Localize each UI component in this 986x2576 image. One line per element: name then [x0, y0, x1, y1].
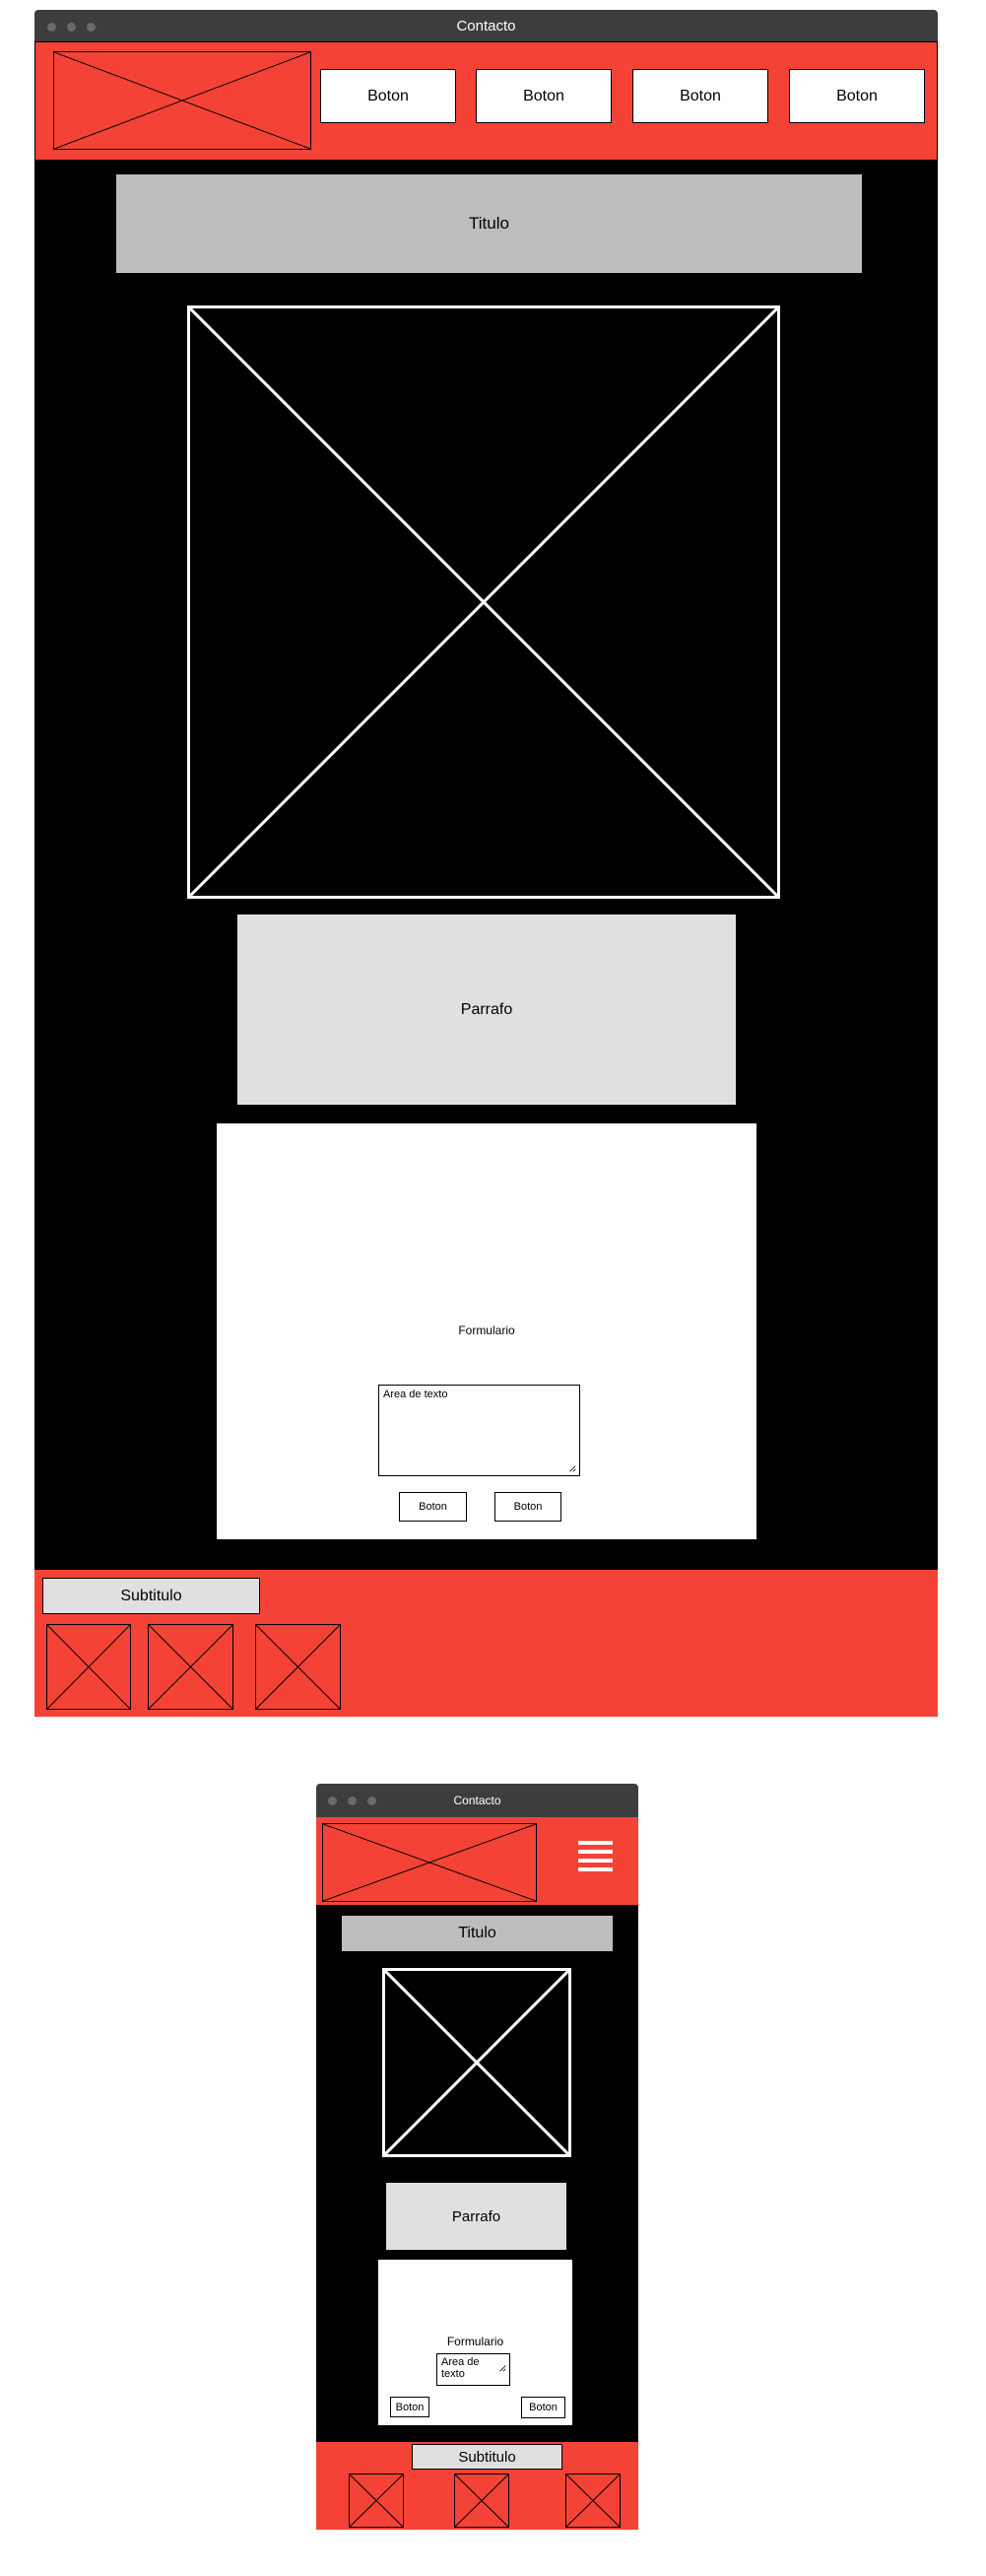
nav-button-1[interactable]: Boton	[320, 69, 456, 123]
desktop-form-label: Formulario	[458, 1323, 515, 1337]
mobile-window-title: Contacto	[453, 1794, 501, 1807]
mobile-footer-image-2-placeholder-icon	[454, 2474, 509, 2528]
desktop-footer-subtitle: Subtitulo	[42, 1578, 260, 1614]
mobile-hero-image-placeholder-icon	[382, 1968, 571, 2157]
desktop-form-button-2[interactable]: Boton	[494, 1492, 561, 1522]
mobile-footer-image-3-placeholder-icon	[565, 2474, 621, 2528]
desktop-footer-image-3-placeholder-icon	[255, 1624, 341, 1710]
desktop-window-title: Contacto	[456, 18, 516, 34]
mobile-form-button-2[interactable]: Boton	[521, 2397, 565, 2418]
nav-button-3[interactable]: Boton	[632, 69, 768, 123]
hamburger-menu-icon[interactable]	[578, 1841, 613, 1875]
desktop-paragraph: Parrafo	[237, 915, 736, 1105]
mobile-titlebar: Contacto	[316, 1784, 638, 1817]
resize-handle-icon[interactable]	[568, 1464, 576, 1472]
desktop-footer-image-2-placeholder-icon	[148, 1624, 233, 1710]
mobile-form-button-1[interactable]: Boton	[390, 2397, 429, 2417]
mobile-footer-subtitle: Subtitulo	[412, 2444, 562, 2470]
nav-button-2[interactable]: Boton	[476, 69, 612, 123]
mobile-footer-image-1-placeholder-icon	[349, 2474, 404, 2528]
mobile-textarea-placeholder: Area de texto	[441, 2356, 480, 2380]
desktop-footer-image-1-placeholder-icon	[46, 1624, 131, 1710]
desktop-form-button-1[interactable]: Boton	[399, 1492, 467, 1522]
mobile-page-title: Titulo	[342, 1916, 613, 1951]
desktop-logo-image-placeholder-icon	[53, 51, 311, 150]
mobile-paragraph: Parrafo	[386, 2183, 566, 2250]
desktop-textarea-placeholder: Area de texto	[383, 1389, 448, 1400]
mobile-logo-image-placeholder-icon	[322, 1823, 537, 1902]
resize-handle-icon[interactable]	[498, 2364, 506, 2372]
nav-button-4[interactable]: Boton	[789, 69, 925, 123]
mobile-textarea[interactable]: Area de texto	[436, 2353, 510, 2386]
desktop-hero-image-placeholder-icon	[187, 305, 780, 899]
desktop-page-title: Titulo	[116, 174, 862, 273]
desktop-textarea[interactable]: Area de texto	[378, 1385, 580, 1476]
mobile-form-label: Formulario	[446, 2335, 504, 2348]
desktop-titlebar: Contacto	[34, 10, 938, 41]
